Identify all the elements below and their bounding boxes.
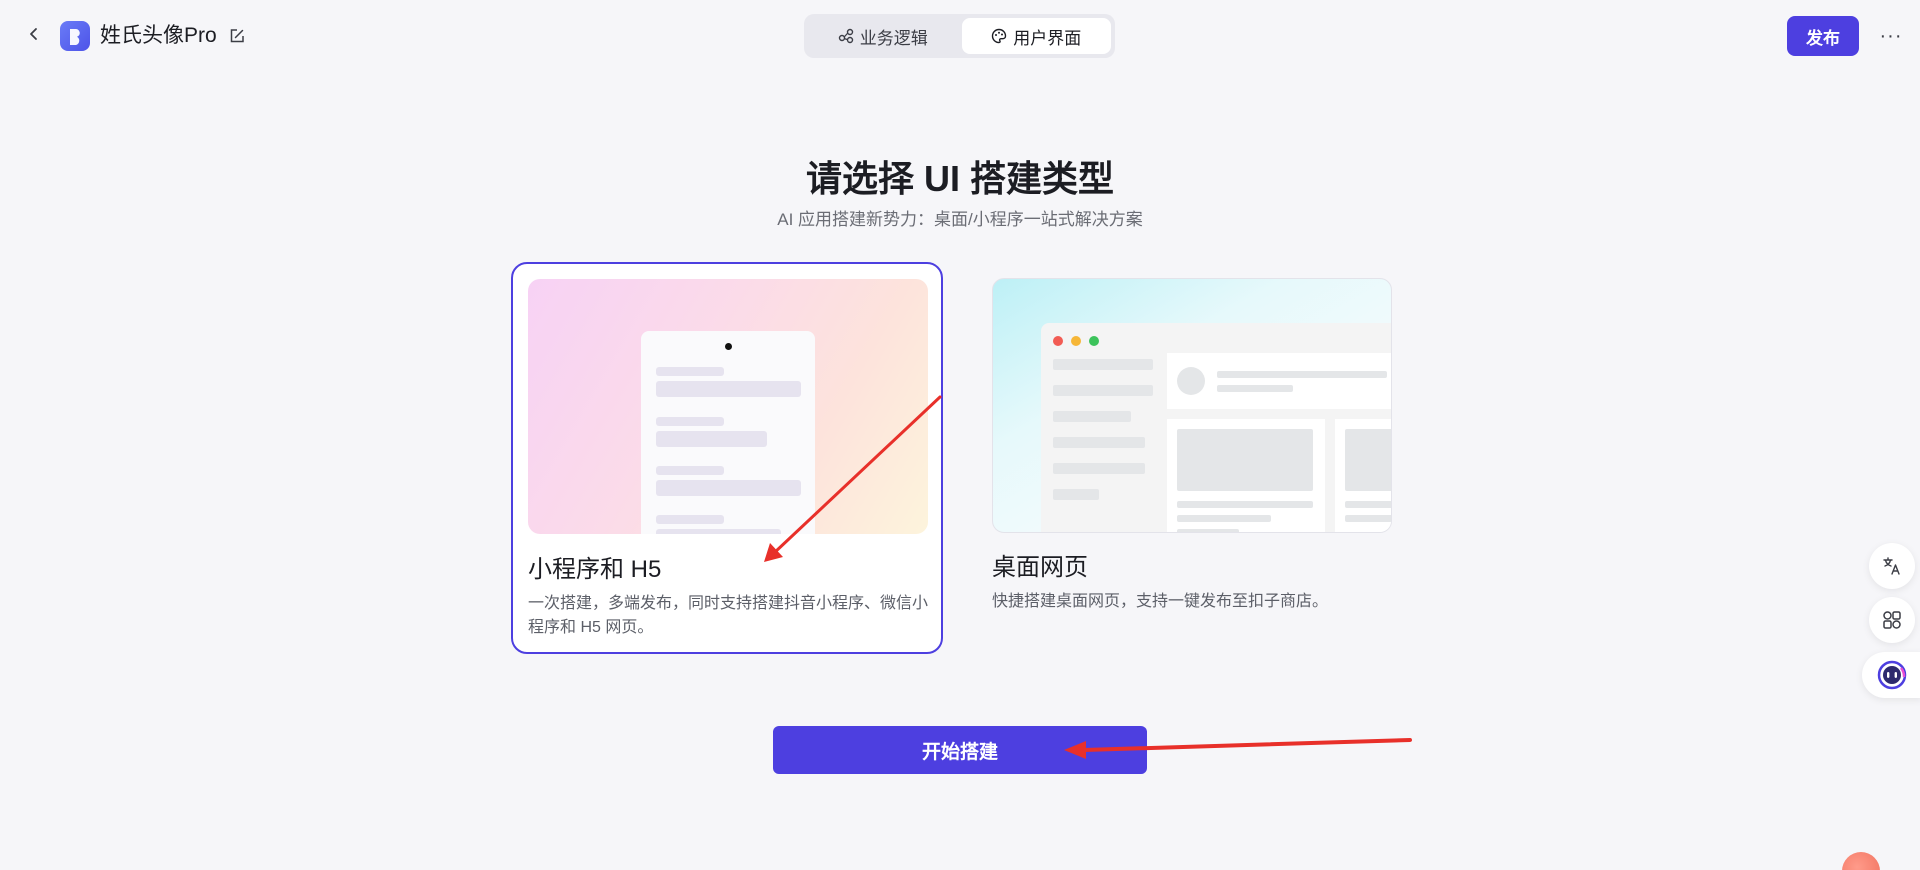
edit-title-button[interactable] <box>226 25 248 47</box>
phone-mockup <box>641 331 815 534</box>
card-description: 快捷搭建桌面网页，支持一键发布至扣子商店。 <box>992 593 1329 610</box>
palette-icon <box>992 28 1007 44</box>
edit-icon <box>230 29 244 43</box>
app-logo <box>60 21 90 51</box>
card-desktop-web[interactable]: 桌面网页 快捷搭建桌面网页，支持一键发布至扣子商店。 <box>976 262 1408 654</box>
assistant-button[interactable] <box>1862 652 1920 698</box>
apps-button[interactable] <box>1869 597 1915 643</box>
apps-icon <box>1883 611 1901 629</box>
more-options-button[interactable]: ··· <box>1877 20 1905 52</box>
app-title: 姓氏头像Pro <box>100 24 217 47</box>
publish-button[interactable]: 发布 <box>1787 16 1859 56</box>
page-subtitle: AI 应用搭建新势力：桌面/小程序一站式解决方案 <box>777 210 1143 229</box>
translate-icon <box>1883 557 1900 575</box>
card-miniprogram-h5[interactable]: 小程序和 H5 一次搭建，多端发布，同时支持搭建抖音小程序、微信小程序和 H5 … <box>511 262 943 654</box>
flow-icon <box>838 28 853 44</box>
desktop-preview-image <box>992 278 1392 533</box>
chevron-left-icon <box>30 28 37 40</box>
mode-switch: 业务逻辑 用户界面 <box>804 14 1115 58</box>
avatar[interactable] <box>1842 852 1880 870</box>
page-title: 请选择 UI 搭建类型 <box>805 158 1114 199</box>
card-title: 小程序和 H5 <box>528 556 662 583</box>
back-button[interactable] <box>22 22 46 46</box>
translate-button[interactable] <box>1869 543 1915 589</box>
assistant-icon <box>1877 660 1907 690</box>
miniprogram-preview-image <box>528 279 928 534</box>
tab-business-logic-label: 业务逻辑 <box>859 28 928 48</box>
card-title: 桌面网页 <box>992 554 1088 581</box>
browser-window-mockup <box>1041 323 1391 532</box>
tab-user-interface-label: 用户界面 <box>1013 28 1082 48</box>
more-icon: ··· <box>1879 24 1903 47</box>
tab-business-logic[interactable]: 业务逻辑 <box>808 18 958 54</box>
card-description: 一次搭建，多端发布，同时支持搭建抖音小程序、微信小程序和 H5 网页。 <box>528 595 929 636</box>
tab-user-interface[interactable]: 用户界面 <box>961 18 1111 54</box>
start-build-button[interactable]: 开始搭建 <box>773 726 1147 774</box>
top-bar: 姓氏头像Pro 业务逻辑 用户界面 发布 ··· <box>0 0 1920 72</box>
